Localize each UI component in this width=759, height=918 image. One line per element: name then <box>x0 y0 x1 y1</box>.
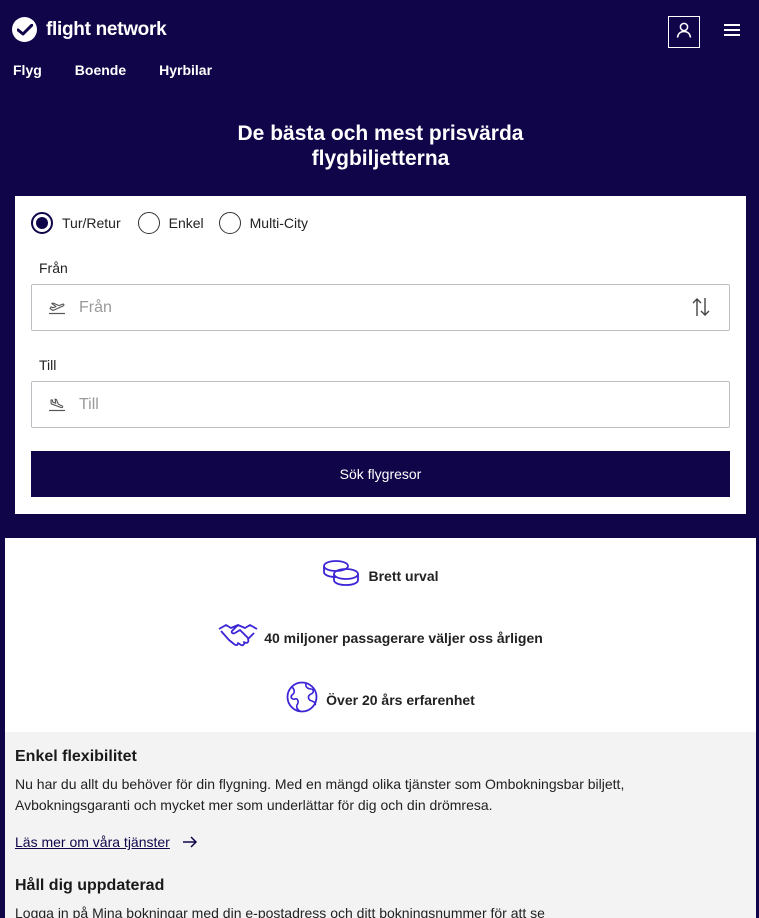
usp-passengers: 40 miljoner passagerare väljer oss årlig… <box>5 621 756 654</box>
search-flights-button[interactable]: Sök flygresor <box>31 451 730 497</box>
menu-button[interactable] <box>722 22 742 42</box>
page-title-line2: flygbiljetterna <box>311 147 450 170</box>
nav-car-rental[interactable]: Hyrbilar <box>159 62 212 78</box>
nav-flights[interactable]: Flyg <box>13 62 42 78</box>
radio-unchecked-icon[interactable] <box>137 212 160 234</box>
handshake-icon <box>218 621 258 654</box>
usp-text: 40 miljoner passagerare väljer oss årlig… <box>264 629 543 646</box>
from-input[interactable] <box>79 298 729 317</box>
hero-section: flight network Flyg Boende Hyrbilar De b… <box>5 0 756 538</box>
flex-title: Enkel flexibilitet <box>15 748 137 765</box>
radio-checked-icon[interactable] <box>31 212 53 234</box>
services-link[interactable]: Läs mer om våra tjänster <box>15 834 198 850</box>
info-section: Enkel flexibilitet Nu har du allt du beh… <box>5 732 756 918</box>
check-circle-icon <box>12 17 37 42</box>
coins-icon <box>322 559 360 592</box>
update-title: Håll dig uppdaterad <box>15 877 165 894</box>
to-field[interactable] <box>31 381 730 428</box>
nav-accommodation[interactable]: Boende <box>75 62 126 78</box>
services-link-label: Läs mer om våra tjänster <box>15 834 170 850</box>
trip-type-multi-city[interactable]: Multi-City <box>218 212 308 234</box>
usp-experience: Över 20 års erfarenhet <box>5 681 756 718</box>
usp-text: Brett urval <box>368 567 439 584</box>
page-title: De bästa och mest prisvärda flygbiljette… <box>5 121 756 171</box>
flex-text: Nu har du allt du behöver för din flygni… <box>15 776 625 813</box>
takeoff-icon <box>48 301 66 315</box>
hamburger-icon <box>724 23 740 42</box>
trip-type-round-trip[interactable]: Tur/Retur <box>31 212 121 234</box>
trip-type-label: Multi-City <box>249 215 308 231</box>
trip-type-one-way[interactable]: Enkel <box>137 212 204 234</box>
account-button[interactable] <box>668 16 700 48</box>
user-icon <box>676 22 692 43</box>
trip-type-label: Tur/Retur <box>62 215 121 231</box>
page: flight network Flyg Boende Hyrbilar De b… <box>5 0 756 918</box>
radio-unchecked-icon[interactable] <box>218 212 241 234</box>
flight-search-form: Tur/Retur Enkel Multi-City Från Från Til… <box>15 196 746 514</box>
to-input[interactable] <box>79 395 729 414</box>
brand-name: flight network <box>46 18 167 40</box>
usp-text: Över 20 års erfarenhet <box>326 691 475 708</box>
main-nav: Flyg Boende Hyrbilar <box>13 62 245 78</box>
brand-logo[interactable]: flight network <box>12 17 167 42</box>
from-label: Från <box>39 260 68 276</box>
page-title-line1: De bästa och mest prisvärda <box>237 122 524 145</box>
trip-type-selector: Tur/Retur Enkel Multi-City <box>31 212 323 234</box>
trip-type-label: Enkel <box>168 215 204 231</box>
landing-icon <box>48 398 66 412</box>
from-field[interactable] <box>31 284 730 331</box>
usp-wide-selection: Brett urval <box>5 559 756 592</box>
swap-icon[interactable] <box>691 296 711 318</box>
update-text: Logga in på Mina bokningar med din e-pos… <box>15 905 545 918</box>
globe-icon <box>286 681 318 718</box>
arrow-right-icon <box>182 836 198 848</box>
to-label: Till <box>39 357 57 373</box>
